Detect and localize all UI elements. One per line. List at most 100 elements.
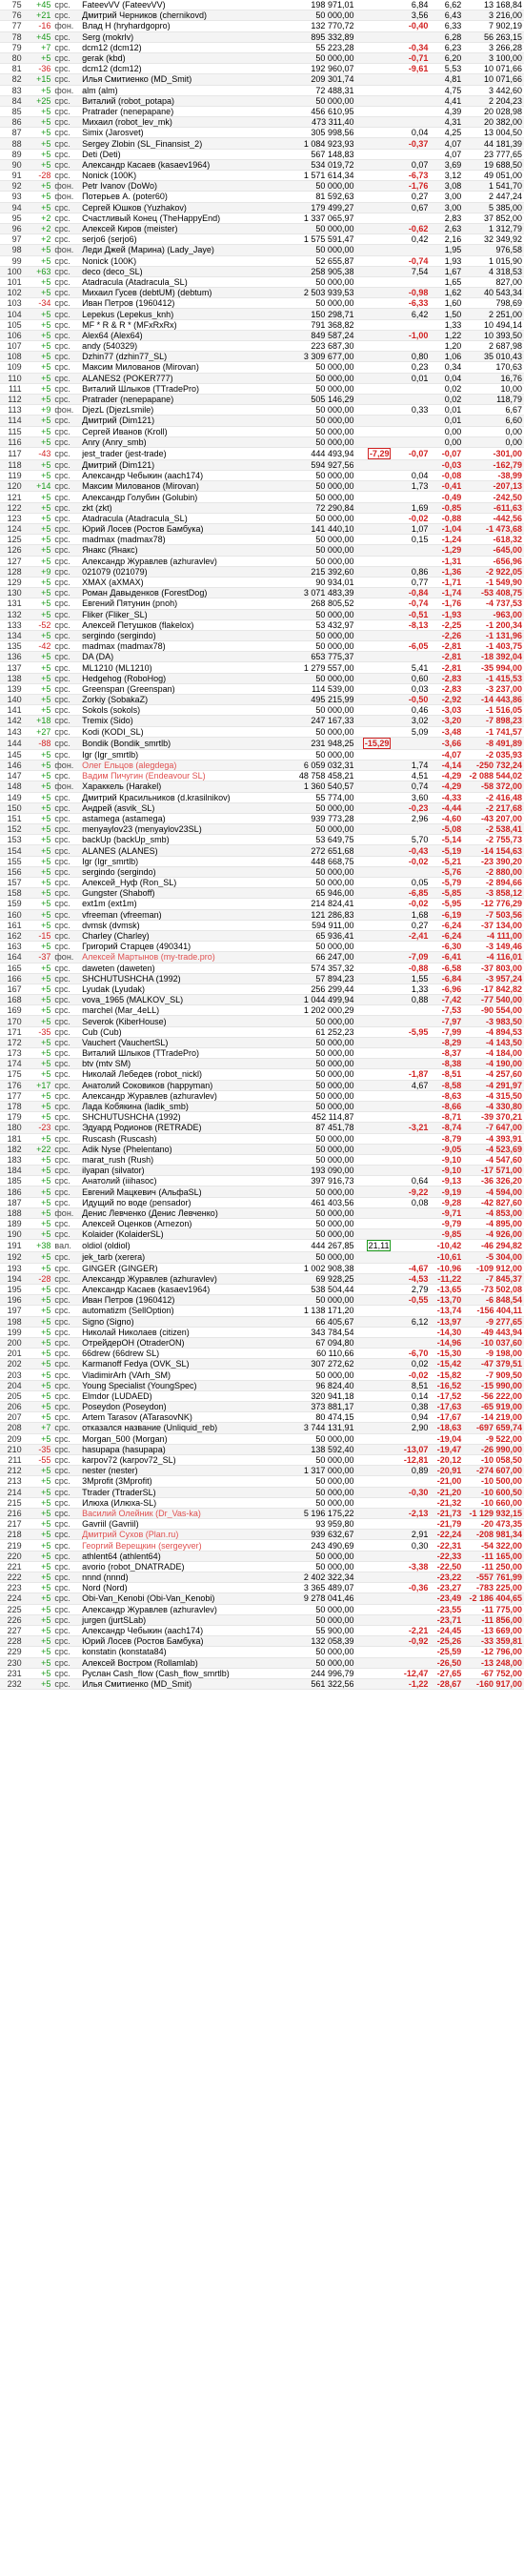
trader-name-link[interactable]: Максим Милованов (Mirovan) xyxy=(80,480,290,493)
trader-name-link[interactable]: 3Mprofit (3Mprofit) xyxy=(80,1475,290,1488)
trader-name-link[interactable]: ilyapan (silvator) xyxy=(80,1165,290,1177)
trader-name-link[interactable]: sergindo (sergindo) xyxy=(80,630,290,642)
trader-name-link[interactable]: Эдуард Родионов (RETRADE) xyxy=(80,1122,290,1134)
trader-name-link[interactable]: отказался название (Unliquid_reb) xyxy=(80,1422,290,1434)
trader-name-link[interactable]: astamega (astamega) xyxy=(80,813,290,825)
trader-name-link[interactable]: Лада Кобякина (ladik_smb) xyxy=(80,1101,290,1113)
trader-name-link[interactable]: FateevVV (FateevVV) xyxy=(80,0,290,11)
trader-name-link[interactable]: Cub (Cub) xyxy=(80,1026,290,1038)
trader-name-link[interactable]: gerak (kbd) xyxy=(80,52,290,65)
trader-name-link[interactable]: Янакс (Янакс) xyxy=(80,544,290,557)
trader-name-link[interactable]: Михаил (robot_lev_mk) xyxy=(80,116,290,129)
trader-name-link[interactable]: Алексей_Нуф (Ron_SL) xyxy=(80,877,290,889)
trader-name-link[interactable]: DA (DA) xyxy=(80,651,290,663)
trader-name-link[interactable]: Tremix (Sido) xyxy=(80,715,290,727)
trader-name-link[interactable]: jek_tarb (xerera) xyxy=(80,1251,290,1264)
trader-name-link[interactable]: Георгий Верещкин (sergeyver) xyxy=(80,1539,290,1552)
trader-name-link[interactable]: Igr (Igr_smrtlb) xyxy=(80,749,290,761)
trader-name-link[interactable]: madmax (madmax78) xyxy=(80,640,290,653)
trader-name-link[interactable]: jurgen (jurtSLab) xyxy=(80,1614,290,1626)
trader-name-link[interactable]: Adik Nyse (Phelentano) xyxy=(80,1144,290,1155)
trader-name-link[interactable]: ML1210 (ML1210) xyxy=(80,661,290,674)
trader-name-link[interactable]: Alex64 (Alex64) xyxy=(80,330,290,342)
trader-name-link[interactable]: Nonick (100K) xyxy=(80,255,290,267)
trader-name-link[interactable]: Алексей Мартынов (my-trade.pro) xyxy=(80,951,290,963)
trader-name-link[interactable]: Александр Чебыкин (aach174) xyxy=(80,1625,290,1637)
trader-name-link[interactable]: Иван Петров (1960412) xyxy=(80,1294,290,1307)
trader-name-link[interactable]: Потерьев А. (poter60) xyxy=(80,191,290,203)
trader-name-link[interactable]: ОтрейдерОН (OtraderON) xyxy=(80,1337,290,1349)
trader-name-link[interactable]: Deti (Deti) xyxy=(80,149,290,160)
trader-name-link[interactable]: Fliker (Fliker_SL) xyxy=(80,609,290,620)
trader-name-link[interactable]: Atadracula (Atadracula_SL) xyxy=(80,276,290,289)
trader-name-link[interactable]: Сергей Юшков (Yuzhakov) xyxy=(80,202,290,213)
trader-name-link[interactable]: Greenspan (Greenspan) xyxy=(80,683,290,696)
trader-name-link[interactable]: Sokols (sokols) xyxy=(80,704,290,717)
trader-name-link[interactable]: Александр Журавлев (azhuravlev) xyxy=(80,1090,290,1102)
trader-name-link[interactable]: Lepekus (Lepekus_knh) xyxy=(80,308,290,320)
trader-name-link[interactable]: Atadracula (Atadracula_SL) xyxy=(80,513,290,525)
trader-name-link[interactable]: Sergey Zlobin (SL_Finansist_2) xyxy=(80,137,290,150)
trader-name-link[interactable]: andy (540329) xyxy=(80,340,290,353)
trader-name-link[interactable]: oldiol (oldiol) xyxy=(80,1239,290,1253)
trader-name-link[interactable]: konstatin (konstata84) xyxy=(80,1646,290,1658)
trader-name-link[interactable]: Александр Голубин (Golubin) xyxy=(80,491,290,503)
trader-name-link[interactable]: MF * R & R * (MFxRxRx) xyxy=(80,319,290,331)
trader-name-link[interactable]: Charley (Charley) xyxy=(80,930,290,943)
trader-name-link[interactable]: Анатолий (iiihasoc) xyxy=(80,1175,290,1187)
trader-name-link[interactable]: Hedgehog (RoboHog) xyxy=(80,673,290,684)
trader-name-link[interactable]: ext1m (ext1m) xyxy=(80,898,290,910)
trader-name-link[interactable]: SHCHUTUSHCHA (1992) xyxy=(80,1111,290,1124)
trader-name-link[interactable]: Андрей (asvik_SL) xyxy=(80,802,290,814)
trader-name-link[interactable]: Александр Чебыкин (aach174) xyxy=(80,470,290,482)
trader-name-link[interactable]: XMAX (aXMAX) xyxy=(80,577,290,589)
trader-name-link[interactable]: Дмитрий Красильников (d.krasilnikov) xyxy=(80,792,290,803)
trader-name-link[interactable]: Severok (KiberHouse) xyxy=(80,1015,290,1027)
trader-name-link[interactable]: automatizm (SellOption) xyxy=(80,1305,290,1317)
trader-name-link[interactable]: marchel (Mar_4eLL) xyxy=(80,1004,290,1017)
trader-name-link[interactable]: Дмитрий Черников (chernikovd) xyxy=(80,10,290,22)
trader-name-link[interactable]: Дмитрий Сухов (Plan.ru) xyxy=(80,1529,290,1541)
trader-name-link[interactable]: Ruscash (Ruscash) xyxy=(80,1133,290,1145)
trader-name-link[interactable]: hasupapa (hasupapa) xyxy=(80,1444,290,1455)
trader-name-link[interactable]: zkt (zkt) xyxy=(80,502,290,514)
trader-name-link[interactable]: ALANES (ALANES) xyxy=(80,844,290,857)
trader-name-link[interactable]: nester (nester) xyxy=(80,1465,290,1477)
trader-name-link[interactable]: Олег Ельцов (alegdega) xyxy=(80,760,290,772)
trader-name-link[interactable]: Gungster (Shaboff) xyxy=(80,887,290,900)
trader-name-link[interactable]: Gavriil (Gavriil) xyxy=(80,1518,290,1531)
trader-name-link[interactable]: karpov72 (karpov72_SL) xyxy=(80,1454,290,1467)
trader-name-link[interactable]: Kodi (KODI_SL) xyxy=(80,726,290,738)
trader-name-link[interactable]: Виталий (robot_potapa) xyxy=(80,95,290,107)
trader-name-link[interactable]: Pratrader (nenepapane) xyxy=(80,394,290,406)
trader-name-link[interactable]: Николай Лебедев (robot_nickl) xyxy=(80,1068,290,1081)
trader-name-link[interactable]: Дмитрий (Dim121) xyxy=(80,415,290,427)
trader-name-link[interactable]: Алексей Оценков (Arnezon) xyxy=(80,1218,290,1230)
trader-name-link[interactable]: Алексей Киров (meister) xyxy=(80,223,290,235)
trader-name-link[interactable]: Алексей Петушков (flakelox) xyxy=(80,619,290,631)
trader-name-link[interactable]: Максим Милованов (Mirovan) xyxy=(80,361,290,374)
trader-name-link[interactable]: Хараккель (Harakel) xyxy=(80,781,290,793)
trader-name-link[interactable]: btv (mtv SM) xyxy=(80,1058,290,1070)
trader-name-link[interactable]: Lyudak (Lyudak) xyxy=(80,984,290,996)
trader-name-link[interactable]: athlent64 (athlent64) xyxy=(80,1551,290,1562)
trader-name-link[interactable]: avorio (robot_DNATRADE) xyxy=(80,1561,290,1573)
trader-name-link[interactable]: Igr (Igr_smrtlb) xyxy=(80,856,290,867)
trader-name-link[interactable]: dvmsk (dvmsk) xyxy=(80,920,290,931)
trader-name-link[interactable]: Александр Касаев (kasaev1964) xyxy=(80,1284,290,1296)
trader-name-link[interactable]: dcm12 (dcm12) xyxy=(80,63,290,75)
trader-name-link[interactable]: Григорий Старцев (490341) xyxy=(80,941,290,953)
trader-name-link[interactable]: Morgan_500 (Morgan) xyxy=(80,1433,290,1445)
trader-name-link[interactable]: ALANES2 (POKER777) xyxy=(80,373,290,384)
trader-name-link[interactable]: Kolaider (KolaiderSL) xyxy=(80,1228,290,1241)
trader-name-link[interactable]: Vauchert (VauchertSL) xyxy=(80,1037,290,1049)
trader-name-link[interactable]: Poseydon (Poseydon) xyxy=(80,1401,290,1413)
trader-name-link[interactable]: Николай Николаев (citizen) xyxy=(80,1327,290,1338)
trader-name-link[interactable]: vova_1965 (MALKOV_SL) xyxy=(80,994,290,1006)
trader-name-link[interactable]: Михаил Гусев (debtUM) (debtum) xyxy=(80,287,290,299)
trader-name-link[interactable]: Nonick (100K) xyxy=(80,170,290,182)
trader-name-link[interactable]: Bondik (Bondik_smrtlb) xyxy=(80,737,290,750)
trader-name-link[interactable]: madmax (madmax78) xyxy=(80,534,290,546)
trader-name-link[interactable]: Евгений Пятунин (pnoh) xyxy=(80,598,290,610)
trader-name-link[interactable]: Илья Смитиенко (MD_Smit) xyxy=(80,73,290,86)
